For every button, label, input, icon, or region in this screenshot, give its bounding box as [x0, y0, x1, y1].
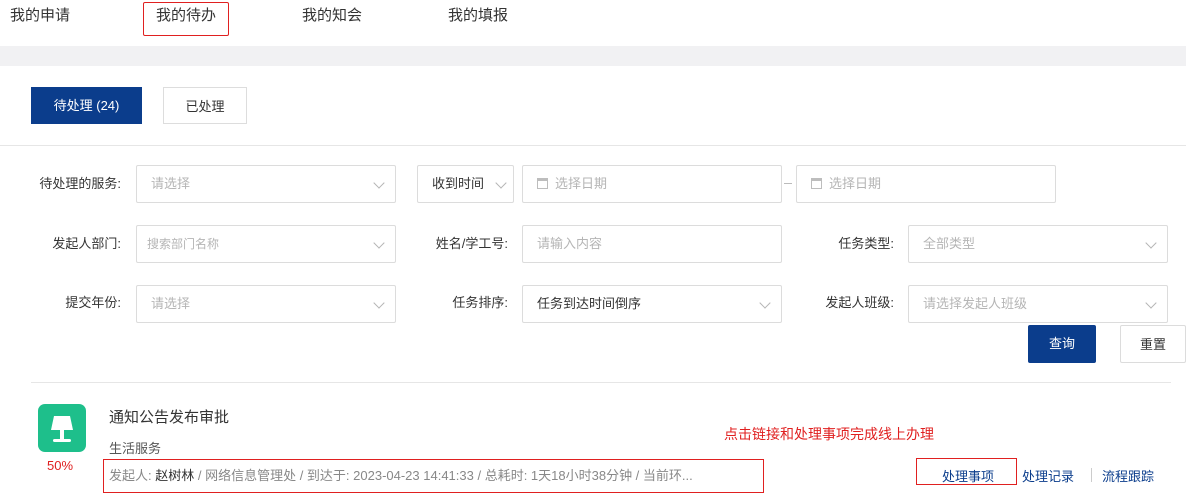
name-placeholder: 请输入内容 — [537, 236, 603, 251]
divider — [0, 145, 1186, 146]
chevron-down-icon — [495, 177, 507, 189]
chevron-down-icon — [373, 177, 385, 189]
service-select[interactable]: 请选择 — [136, 165, 396, 203]
tab-my-reports[interactable]: 我的填报 — [448, 6, 508, 26]
chevron-down-icon — [759, 297, 771, 309]
chevron-down-icon — [1145, 237, 1157, 249]
task-type-value: 全部类型 — [923, 236, 976, 251]
tab-my-notifications[interactable]: 我的知会 — [302, 6, 362, 26]
date-range-separator — [784, 183, 792, 184]
name-input[interactable]: 请输入内容 — [522, 225, 782, 263]
query-button[interactable]: 查询 — [1028, 325, 1096, 363]
chevron-down-icon — [1145, 297, 1157, 309]
meta-prefix: 发起人: — [109, 468, 156, 483]
time-type-value: 收到时间 — [432, 176, 485, 191]
service-label: 待处理的服务: — [39, 176, 121, 191]
tab-my-applications[interactable]: 我的申请 — [10, 6, 70, 26]
list-divider — [31, 382, 1171, 383]
tab-pending[interactable]: 待处理 (24) — [31, 87, 142, 124]
start-date-input[interactable]: 选择日期 — [522, 165, 782, 203]
lamp-icon — [38, 404, 86, 452]
year-label: 提交年份: — [65, 295, 121, 310]
handle-task-link[interactable]: 处理事项 — [942, 466, 994, 485]
tab-my-todo[interactable]: 我的待办 — [143, 2, 230, 36]
class-placeholder: 请选择发起人班级 — [923, 296, 1028, 311]
start-date-placeholder: 选择日期 — [555, 176, 608, 191]
dept-label: 发起人部门: — [52, 236, 121, 251]
time-type-select[interactable]: 收到时间 — [417, 165, 514, 203]
dept-placeholder: 搜索部门名称 — [147, 237, 220, 251]
item-meta: 发起人: 赵树林 / 网络信息管理处 / 到达于: 2023-04-23 14:… — [103, 459, 764, 493]
calendar-icon — [537, 178, 548, 189]
sort-label: 任务排序: — [452, 295, 508, 310]
year-placeholder: 请选择 — [151, 296, 191, 311]
year-select[interactable]: 请选择 — [136, 285, 396, 323]
item-title[interactable]: 通知公告发布审批 — [109, 406, 229, 427]
service-placeholder: 请选择 — [151, 176, 191, 191]
name-label: 姓名/学工号: — [435, 236, 508, 251]
class-select[interactable]: 请选择发起人班级 — [908, 285, 1168, 323]
flow-tracking-link[interactable]: 流程跟踪 — [1102, 466, 1154, 485]
dept-search-select[interactable]: 搜索部门名称 — [136, 225, 396, 263]
end-date-placeholder: 选择日期 — [829, 176, 882, 191]
reset-button[interactable]: 重置 — [1120, 325, 1186, 363]
calendar-icon — [811, 178, 822, 189]
sort-value: 任务到达时间倒序 — [537, 296, 642, 311]
initiator-name: 赵树林 — [155, 468, 195, 483]
meta-details: / 网络信息管理处 / 到达于: 2023-04-23 14:41:33 / 总… — [194, 468, 693, 483]
chevron-down-icon — [373, 297, 385, 309]
process-record-link[interactable]: 处理记录 — [1022, 466, 1074, 485]
instruction-note: 点击链接和处理事项完成线上办理 — [724, 426, 934, 442]
tab-processed[interactable]: 已处理 — [163, 87, 247, 124]
progress-percent: 50% — [47, 458, 74, 473]
section-divider — [0, 46, 1186, 66]
item-category: 生活服务 — [109, 441, 162, 456]
chevron-down-icon — [373, 237, 385, 249]
end-date-input[interactable]: 选择日期 — [796, 165, 1056, 203]
top-nav: 我的申请 我的待办 我的知会 我的填报 — [0, 0, 1186, 46]
class-label: 发起人班级: — [825, 295, 894, 310]
task-type-label: 任务类型: — [838, 236, 894, 251]
sort-select[interactable]: 任务到达时间倒序 — [522, 285, 782, 323]
task-type-select[interactable]: 全部类型 — [908, 225, 1168, 263]
action-separator — [1091, 468, 1092, 482]
